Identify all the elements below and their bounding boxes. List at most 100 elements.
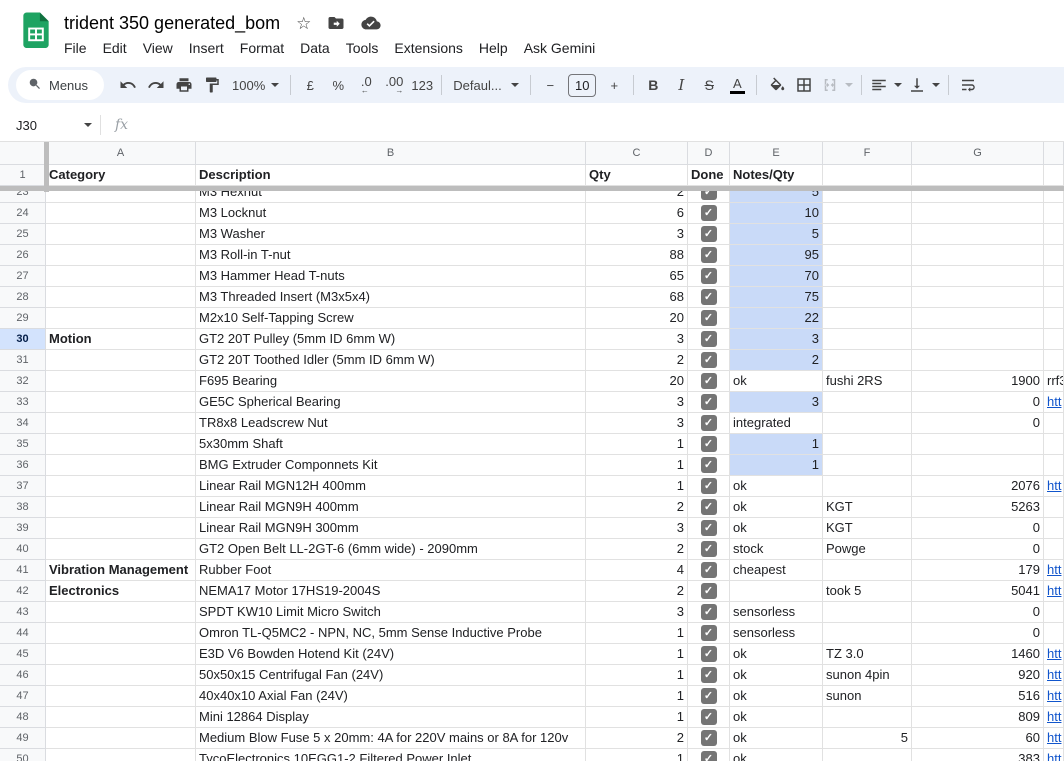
- row-header-42[interactable]: 42: [0, 581, 46, 602]
- checkbox-48[interactable]: ✓: [701, 709, 717, 725]
- cell-f46[interactable]: sunon 4pin: [823, 665, 912, 686]
- cell-g49[interactable]: 60: [912, 728, 1044, 749]
- cell-e26[interactable]: 95: [730, 245, 823, 266]
- cell-f49[interactable]: 5: [823, 728, 912, 749]
- row-header-39[interactable]: 39: [0, 518, 46, 539]
- cell-g33[interactable]: 0: [912, 392, 1044, 413]
- cell-c33[interactable]: 3: [586, 392, 688, 413]
- cell-h25[interactable]: [1044, 224, 1064, 245]
- row-header-38[interactable]: 38: [0, 497, 46, 518]
- checkbox-24[interactable]: ✓: [701, 205, 717, 221]
- cell-b25[interactable]: M3 Washer: [196, 224, 586, 245]
- menus-search[interactable]: Menus: [16, 70, 104, 100]
- row-header-27[interactable]: 27: [0, 266, 46, 287]
- cell-d48[interactable]: ✓: [688, 707, 730, 728]
- menu-tools[interactable]: Tools: [338, 38, 387, 58]
- cell-f31[interactable]: [823, 350, 912, 371]
- cell-e41[interactable]: cheapest: [730, 560, 823, 581]
- checkbox-27[interactable]: ✓: [701, 268, 717, 284]
- cell-a43[interactable]: [46, 602, 196, 623]
- cell-h27[interactable]: [1044, 266, 1064, 287]
- row-header-47[interactable]: 47: [0, 686, 46, 707]
- menu-view[interactable]: View: [135, 38, 181, 58]
- cell-g37[interactable]: 2076: [912, 476, 1044, 497]
- link-h48[interactable]: htt: [1044, 707, 1064, 728]
- cell-f26[interactable]: [823, 245, 912, 266]
- cell-d27[interactable]: ✓: [688, 266, 730, 287]
- cell-b49[interactable]: Medium Blow Fuse 5 x 20mm: 4A for 220V m…: [196, 728, 586, 749]
- menu-file[interactable]: File: [56, 38, 95, 58]
- cell-f40[interactable]: Powge: [823, 539, 912, 560]
- cell-g42[interactable]: 5041: [912, 581, 1044, 602]
- cell-e35[interactable]: 1: [730, 434, 823, 455]
- cell-c34[interactable]: 3: [586, 413, 688, 434]
- cell-h35[interactable]: [1044, 434, 1064, 455]
- menu-edit[interactable]: Edit: [95, 38, 135, 58]
- row-header-29[interactable]: 29: [0, 308, 46, 329]
- cell-e49[interactable]: ok: [730, 728, 823, 749]
- cell-a48[interactable]: [46, 707, 196, 728]
- cell-e47[interactable]: ok: [730, 686, 823, 707]
- cell-c32[interactable]: 20: [586, 371, 688, 392]
- cell-g44[interactable]: 0: [912, 623, 1044, 644]
- cell-a41[interactable]: Vibration Management: [46, 560, 196, 581]
- cell-c43[interactable]: 3: [586, 602, 688, 623]
- row-header-40[interactable]: 40: [0, 539, 46, 560]
- cell-a36[interactable]: [46, 455, 196, 476]
- menu-format[interactable]: Format: [232, 38, 292, 58]
- cell-f25[interactable]: [823, 224, 912, 245]
- cell-g24[interactable]: [912, 203, 1044, 224]
- cell-b35[interactable]: 5x30mm Shaft: [196, 434, 586, 455]
- cell-e44[interactable]: sensorless: [730, 623, 823, 644]
- cell-c50[interactable]: 1: [586, 749, 688, 761]
- cell-c37[interactable]: 1: [586, 476, 688, 497]
- link-h46[interactable]: htt: [1044, 665, 1064, 686]
- cell-f39[interactable]: KGT: [823, 518, 912, 539]
- cell-d37[interactable]: ✓: [688, 476, 730, 497]
- cell-d46[interactable]: ✓: [688, 665, 730, 686]
- cell-d45[interactable]: ✓: [688, 644, 730, 665]
- row-header-36[interactable]: 36: [0, 455, 46, 476]
- fill-color-button[interactable]: [762, 71, 790, 99]
- cell-b33[interactable]: GE5C Spherical Bearing: [196, 392, 586, 413]
- cell-g36[interactable]: [912, 455, 1044, 476]
- cell-f36[interactable]: [823, 455, 912, 476]
- cell-b40[interactable]: GT2 Open Belt LL-2GT-6 (6mm wide) - 2090…: [196, 539, 586, 560]
- cell-b48[interactable]: Mini 12864 Display: [196, 707, 586, 728]
- cell-f1[interactable]: [823, 165, 912, 186]
- cell-h44[interactable]: [1044, 623, 1064, 644]
- cell-c24[interactable]: 6: [586, 203, 688, 224]
- bold-button[interactable]: B: [639, 71, 667, 99]
- checkbox-33[interactable]: ✓: [701, 394, 717, 410]
- cell-g40[interactable]: 0: [912, 539, 1044, 560]
- text-color-button[interactable]: A: [723, 71, 751, 99]
- vertical-align-button[interactable]: [905, 71, 943, 99]
- cell-e40[interactable]: stock: [730, 539, 823, 560]
- checkbox-49[interactable]: ✓: [701, 730, 717, 746]
- checkbox-45[interactable]: ✓: [701, 646, 717, 662]
- col-header-f[interactable]: F: [823, 142, 912, 165]
- cell-g50[interactable]: 383: [912, 749, 1044, 761]
- row-header-33[interactable]: 33: [0, 392, 46, 413]
- cell-h31[interactable]: [1044, 350, 1064, 371]
- cell-b30[interactable]: GT2 20T Pulley (5mm ID 6mm W): [196, 329, 586, 350]
- cell-b26[interactable]: M3 Roll-in T-nut: [196, 245, 586, 266]
- cell-f41[interactable]: [823, 560, 912, 581]
- cell-f32[interactable]: fushi 2RS: [823, 371, 912, 392]
- cell-e48[interactable]: ok: [730, 707, 823, 728]
- cell-b32[interactable]: F695 Bearing: [196, 371, 586, 392]
- cell-e25[interactable]: 5: [730, 224, 823, 245]
- cell-g26[interactable]: [912, 245, 1044, 266]
- cell-c47[interactable]: 1: [586, 686, 688, 707]
- cell-d28[interactable]: ✓: [688, 287, 730, 308]
- cell-b47[interactable]: 40x40x10 Axial Fan (24V): [196, 686, 586, 707]
- cell-c41[interactable]: 4: [586, 560, 688, 581]
- cell-b29[interactable]: M2x10 Self-Tapping Screw: [196, 308, 586, 329]
- cell-f28[interactable]: [823, 287, 912, 308]
- cell-d38[interactable]: ✓: [688, 497, 730, 518]
- row-header-23[interactable]: 23: [0, 191, 46, 203]
- cell-g39[interactable]: 0: [912, 518, 1044, 539]
- checkbox-32[interactable]: ✓: [701, 373, 717, 389]
- star-icon[interactable]: ☆: [296, 15, 311, 32]
- cell-g34[interactable]: 0: [912, 413, 1044, 434]
